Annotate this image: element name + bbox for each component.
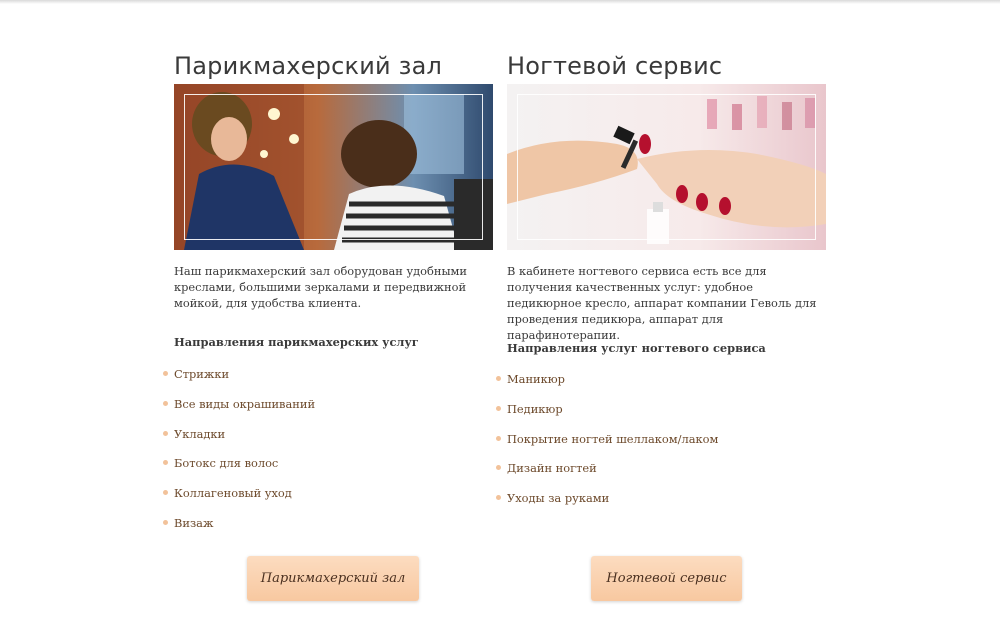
hair-service-label: Стрижки [174,367,230,381]
bullet-icon [496,405,501,411]
bullet-icon [496,495,501,501]
hair-service-item[interactable]: Визаж [163,515,315,545]
bullet-icon [496,435,501,441]
bullet-icon [496,376,501,381]
nails-service-item[interactable]: Педикюр [496,401,718,431]
bullet-icon [163,460,168,466]
hair-service-label: Визаж [174,515,214,530]
photo-frame [517,94,816,240]
hair-list-heading: Направления парикмахерских услуг [174,335,419,349]
hair-service-item[interactable]: Ботокс для волос [163,455,315,485]
bullet-icon [163,430,168,436]
nails-service-label: Дизайн ногтей [507,461,597,476]
hair-service-label: Укладки [174,426,226,441]
nails-service-label: Педикюр [507,401,563,416]
nails-list-heading: Направления услуг ногтевого сервиса [507,341,766,355]
nails-service-label: Маникюр [507,372,565,386]
nail-service-photo [507,84,826,250]
nails-service-label: Уходы за руками [507,491,610,506]
nails-section-title: Ногтевой сервис [507,52,723,80]
nail-service-button[interactable]: Ногтевой сервис [591,556,742,601]
hair-section-title: Парикмахерский зал [174,52,443,80]
hair-service-item[interactable]: Укладки [163,426,315,456]
hair-service-item[interactable]: Стрижки [163,366,315,396]
bullet-icon [496,465,501,471]
hair-service-label: Ботокс для волос [174,456,279,471]
hair-service-item[interactable]: Коллагеновый уход [163,485,315,515]
hair-service-item[interactable]: Все виды окрашиваний [163,396,316,426]
nails-service-item[interactable]: Покрытие ногтей шеллаком/лаком [496,431,719,461]
bullet-icon [163,490,168,496]
nails-services-list: Маникюр Педикюр Покрытие ногтей шеллаком… [496,371,719,520]
photo-frame [184,94,483,240]
hair-salon-photo [174,84,493,250]
top-shadow [0,0,1000,4]
hair-salon-button[interactable]: Парикмахерский зал [247,556,419,601]
hair-service-label: Коллагеновый уход [174,486,292,501]
hair-service-label: Все виды окрашиваний [174,396,316,411]
hair-services-list: Стрижки Все виды окрашиваний Укладки Бот… [163,366,316,545]
bullet-icon [163,371,168,376]
nails-service-item[interactable]: Уходы за руками [496,490,718,520]
nails-service-item[interactable]: Дизайн ногтей [496,460,718,490]
bullet-icon [163,519,168,525]
nails-description: В кабинете ногтевого сервиса есть все дл… [507,264,817,342]
nails-service-label: Покрытие ногтей шеллаком/лаком [507,431,719,446]
bullet-icon [163,400,168,406]
nails-service-item[interactable]: Маникюр [496,371,718,401]
hair-description: Наш парикмахерский зал оборудован удобны… [174,264,467,310]
